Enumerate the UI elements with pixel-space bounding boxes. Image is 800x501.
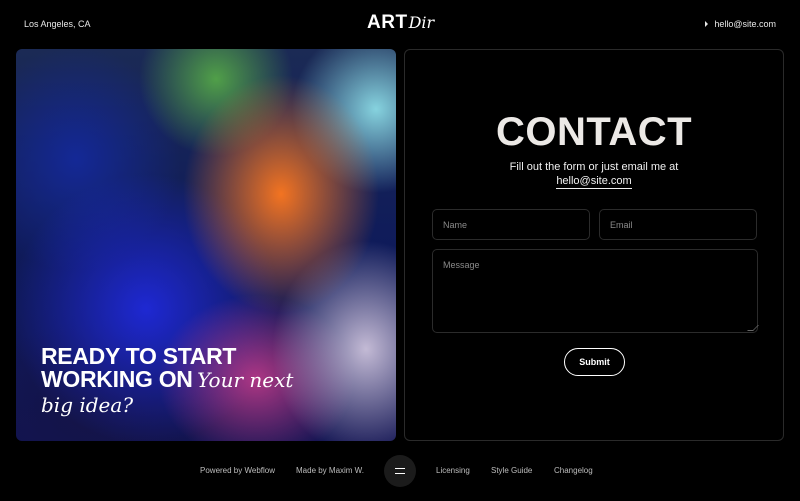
- menu-button[interactable]: [384, 455, 416, 487]
- arrow-right-icon: [705, 21, 709, 27]
- logo-bold-text: ART: [367, 12, 408, 33]
- contact-title: CONTACT: [495, 110, 693, 154]
- hero-headline: READY TO START WORKING ON Your next big …: [41, 345, 381, 417]
- contact-email-link[interactable]: hello@site.com: [556, 174, 632, 189]
- hero-line-1: READY TO START: [41, 343, 237, 369]
- header-email-link[interactable]: hello@site.com: [705, 19, 776, 29]
- logo-italic-text: Dir: [408, 13, 435, 32]
- location-text: Los Angeles, CA: [24, 19, 91, 29]
- changelog-link[interactable]: Changelog: [554, 466, 593, 475]
- submit-button[interactable]: Submit: [564, 348, 625, 376]
- name-field[interactable]: [432, 209, 590, 240]
- made-by-link[interactable]: Made by Maxim W.: [296, 466, 364, 475]
- hero-line-2-italic: Your next: [197, 368, 294, 392]
- email-field[interactable]: [599, 209, 757, 240]
- licensing-link[interactable]: Licensing: [436, 466, 470, 475]
- site-logo[interactable]: ART Dir: [367, 12, 434, 36]
- hero-line-3-italic: big idea?: [41, 393, 134, 417]
- site-header: Los Angeles, CA ART Dir hello@site.com: [0, 0, 800, 48]
- contact-card: CONTACT Fill out the form or just email …: [404, 49, 784, 441]
- powered-by-link[interactable]: Powered by Webflow: [200, 466, 275, 475]
- hero-line-2-bold: WORKING ON: [41, 366, 193, 392]
- menu-icon: [395, 468, 405, 474]
- site-footer: Powered by Webflow Made by Maxim W. Lice…: [0, 452, 800, 492]
- contact-subtitle: Fill out the form or just email me at he…: [405, 160, 783, 189]
- header-email-text: hello@site.com: [714, 19, 776, 29]
- hero-gradient-card: READY TO START WORKING ON Your next big …: [16, 49, 396, 441]
- style-guide-link[interactable]: Style Guide: [491, 466, 532, 475]
- contact-subtitle-text: Fill out the form or just email me at: [509, 161, 679, 173]
- message-field[interactable]: [432, 249, 758, 333]
